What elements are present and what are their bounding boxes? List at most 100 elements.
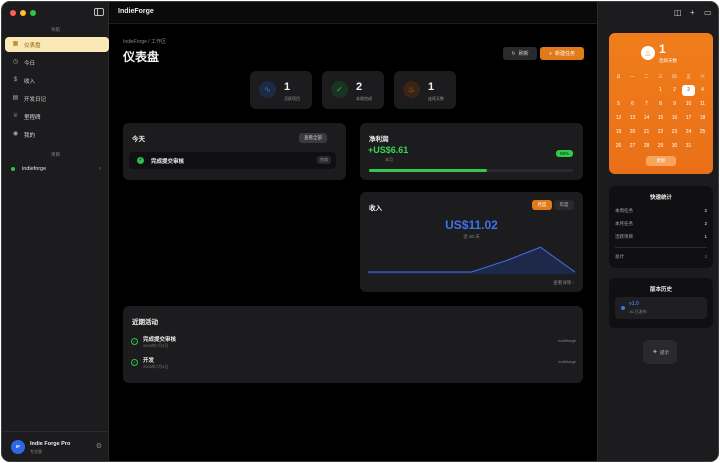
calendar-day[interactable]: 14 xyxy=(640,113,653,124)
calendar-day[interactable]: 12 xyxy=(612,113,625,124)
view-all-button[interactable]: 查看全部 xyxy=(299,133,327,143)
calendar-day[interactable]: 16 xyxy=(668,113,681,124)
weekday-label: 日 xyxy=(616,74,621,79)
check-circle-icon: ✓ xyxy=(131,359,138,366)
activity-title: 近期活动 xyxy=(132,319,158,326)
sidebar-item-label: 里程碑 xyxy=(24,114,41,121)
streak-value: 1 xyxy=(659,42,666,56)
calendar-day[interactable]: 8 xyxy=(654,99,667,110)
update-button[interactable]: 更新 xyxy=(646,156,676,166)
sidebar-item-revenue[interactable]: $ 收入 xyxy=(5,73,109,88)
sidebar-item-me[interactable]: ◉ 我的 xyxy=(5,127,109,142)
plus-icon[interactable]: + xyxy=(690,8,695,17)
activity-card: 近期活动 ✓ 完成提交审核 2026年7月3日 indieforge ✓ 开发 … xyxy=(123,306,583,383)
project-name: indieforge xyxy=(22,166,47,172)
calendar-day[interactable]: 17 xyxy=(682,113,695,124)
check-circle-icon: ✓ xyxy=(331,81,348,98)
calendar-day[interactable]: 28 xyxy=(640,141,653,152)
calendar-day[interactable]: 3 xyxy=(682,85,695,96)
activity-date: 2026年7月3日 xyxy=(143,343,169,348)
stat-label: 活跃项目 xyxy=(284,96,300,101)
profit-sub: 本月 xyxy=(385,157,393,162)
minimize-window-button[interactable] xyxy=(20,10,26,16)
profit-progress-bar xyxy=(369,169,573,172)
folder-icon[interactable]: ▭ xyxy=(704,8,712,17)
calendar-day[interactable]: 10 xyxy=(682,99,695,110)
stat-card-completed: ✓ 2 本周完成 xyxy=(322,71,384,109)
calendar-day[interactable]: 13 xyxy=(626,113,639,124)
task-label: 完成提交审核 xyxy=(151,159,185,165)
list-item[interactable]: ✓ 开发 2026年7月3日 indieforge xyxy=(131,356,576,374)
inspector-panel: ◫ + ▭ ♨ 1 连续天数 日一二三四五六 1 2 3 4 5 6 7 8 9 10 11 12 13 1… xyxy=(597,2,718,461)
calendar-day[interactable]: 29 xyxy=(654,141,667,152)
nav-section-label: 导航 xyxy=(51,27,60,32)
profit-progress-fill xyxy=(369,169,488,172)
task-item[interactable]: ✓ 完成提交审核 完成 xyxy=(129,152,336,169)
list-item[interactable]: ✓ 完成提交审核 2026年7月3日 indieforge xyxy=(131,335,576,353)
calendar-day[interactable]: 19 xyxy=(612,127,625,138)
calendar-day[interactable]: 21 xyxy=(640,127,653,138)
today-card: 今天 查看全部 ✓ 完成提交审核 完成 xyxy=(123,123,346,180)
streak-label: 连续天数 xyxy=(659,58,677,63)
profit-percent-badge: 58% xyxy=(556,150,574,157)
calendar-day[interactable]: 25 xyxy=(696,127,709,138)
revenue-title: 收入 xyxy=(369,205,382,212)
calendar-day[interactable]: 11 xyxy=(696,99,709,110)
project-status-dot xyxy=(11,167,15,171)
calendar-day[interactable]: 27 xyxy=(626,141,639,152)
tab-monthly[interactable]: 月度 xyxy=(532,200,552,210)
calendar-day[interactable]: 24 xyxy=(682,127,695,138)
calendar-day[interactable]: 9 xyxy=(668,99,681,110)
gear-icon[interactable]: ⚙ xyxy=(96,442,102,450)
sidebar-item-today[interactable]: ◷ 今日 xyxy=(5,55,109,70)
refresh-label: 刷新 xyxy=(518,51,529,57)
view-details-link[interactable]: 查看详情 › xyxy=(553,280,574,286)
calendar-day[interactable]: 26 xyxy=(612,141,625,152)
sidebar-item-dashboard[interactable]: ▦ 仪表盘 xyxy=(5,37,109,52)
zoom-window-button[interactable] xyxy=(30,10,36,16)
calendar-day[interactable]: 18 xyxy=(696,113,709,124)
book-icon: ▤ xyxy=(12,95,19,101)
close-window-button[interactable] xyxy=(10,10,16,16)
tip-label: 提示 xyxy=(660,350,669,355)
flame-icon: ♨ xyxy=(403,81,420,98)
quick-stat-value: 2 xyxy=(704,208,707,213)
profit-card: 净利润 +US$6.61 本月 58% xyxy=(360,123,583,180)
activity-project: indieforge xyxy=(558,359,576,364)
calendar-day[interactable]: 7 xyxy=(640,99,653,110)
weekday-label: 六 xyxy=(700,74,705,79)
revenue-value: US$11.02 xyxy=(445,218,498,232)
panel-toggle-icon[interactable]: ◫ xyxy=(674,8,682,17)
quick-stat-value: 2 xyxy=(704,254,707,259)
refresh-button[interactable]: ↻ 刷新 xyxy=(503,47,537,60)
divider xyxy=(615,247,707,248)
quick-stat-label: 活跃项目 xyxy=(615,234,633,239)
sidebar-project-item[interactable]: indieforge › xyxy=(5,162,109,176)
calendar-day[interactable]: 23 xyxy=(668,127,681,138)
check-icon[interactable]: ✓ xyxy=(137,157,144,164)
flame-icon: ♨ xyxy=(641,46,655,60)
sidebar-item-milestones[interactable]: ♕ 里程碑 xyxy=(5,109,109,124)
task-tag: 完成 xyxy=(317,156,331,164)
new-task-button[interactable]: + 新建任务 xyxy=(540,47,584,60)
sidebar-item-label: 今日 xyxy=(24,60,36,67)
sidebar-item-devlog[interactable]: ▤ 开发日记 xyxy=(5,91,109,106)
tip-button[interactable]: ✦ 提示 xyxy=(643,340,677,364)
tab-yearly[interactable]: 年度 xyxy=(554,200,574,210)
calendar-day[interactable]: 30 xyxy=(668,141,681,152)
calendar-day[interactable]: 4 xyxy=(696,85,709,96)
version-history-card: 版本历史 v1.0 10-已发布 xyxy=(609,278,713,328)
calendar-day[interactable]: 22 xyxy=(654,127,667,138)
version-item[interactable]: v1.0 10-已发布 xyxy=(615,297,707,319)
weekday-label: 三 xyxy=(658,74,663,79)
calendar-day[interactable]: 1 xyxy=(654,85,667,96)
user-profile[interactable]: IF Indie Forge Pro 专业版 ⚙ xyxy=(2,431,109,461)
stat-value: 1 xyxy=(428,81,435,93)
calendar-day[interactable]: 31 xyxy=(682,141,695,152)
calendar-day[interactable]: 2 xyxy=(668,85,681,96)
calendar-day[interactable]: 20 xyxy=(626,127,639,138)
calendar-day[interactable]: 6 xyxy=(626,99,639,110)
sidebar-toggle-icon[interactable] xyxy=(94,8,104,16)
calendar-day[interactable]: 15 xyxy=(654,113,667,124)
calendar-day[interactable]: 5 xyxy=(612,99,625,110)
